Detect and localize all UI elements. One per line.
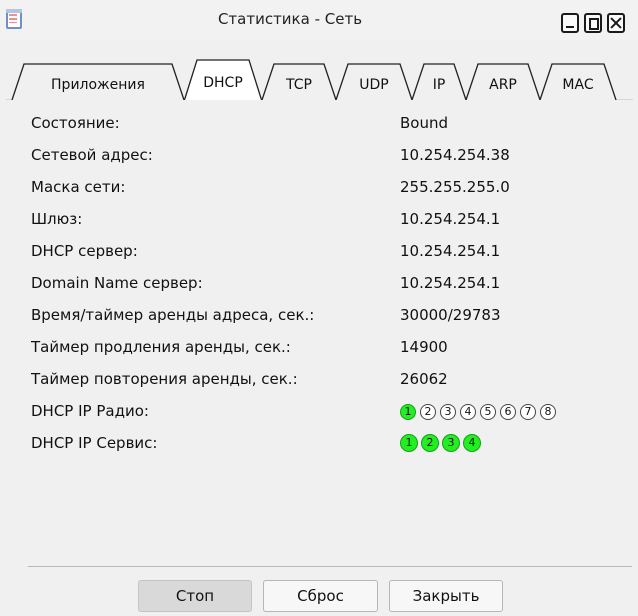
tab-arp-label: ARP (489, 77, 517, 93)
status-row: Состояние: Bound (31, 108, 631, 138)
radio-indicator-2: 2 (420, 404, 436, 420)
network-address-row: Сетевой адрес: 10.254.254.38 (31, 140, 631, 170)
tab-dhcp-label: DHCP (203, 75, 243, 91)
tab-applications-label: Приложения (51, 77, 145, 93)
maximize-icon[interactable] (584, 13, 602, 33)
dhcp-server-label: DHCP сервер: (31, 242, 138, 260)
gateway-value: 10.254.254.1 (400, 210, 501, 228)
tab-mac-label: MAC (562, 77, 593, 93)
divider (28, 566, 632, 567)
dns-server-value: 10.254.254.1 (400, 274, 501, 292)
status-value: Bound (400, 114, 449, 132)
service-indicator-2: 2 (421, 434, 439, 452)
tab-udp-label: UDP (359, 77, 388, 93)
lease-time-value: 30000/29783 (400, 306, 501, 324)
radio-ip-row: DHCP IP Радио: 12345678 (31, 396, 631, 426)
renewal-timer-label: Таймер продления аренды, сек.: (31, 338, 291, 356)
radio-indicator-3: 3 (440, 404, 456, 420)
window-title: Статистика - Сеть (217, 10, 363, 28)
status-label: Состояние: (31, 114, 120, 132)
tab-arp[interactable]: ARP (465, 63, 541, 101)
radio-indicator-1: 1 (400, 404, 416, 420)
gateway-row: Шлюз: 10.254.254.1 (31, 204, 631, 234)
tab-mac[interactable]: MAC (539, 63, 617, 101)
radio-ip-label: DHCP IP Радио: (31, 402, 149, 420)
lease-time-row: Время/таймер аренды адреса, сек.: 30000/… (31, 300, 631, 330)
minimize-icon[interactable] (561, 13, 579, 33)
radio-indicator-6: 6 (500, 404, 516, 420)
radio-indicator-4: 4 (460, 404, 476, 420)
title-bar[interactable]: Статистика - Сеть (0, 0, 638, 40)
service-ip-indicators: 1234 (400, 434, 484, 456)
gateway-label: Шлюз: (31, 210, 83, 228)
lease-time-label: Время/таймер аренды адреса, сек.: (31, 306, 315, 324)
tab-applications[interactable]: Приложения (11, 63, 185, 101)
service-ip-label: DHCP IP Сервис: (31, 434, 158, 452)
network-address-label: Сетевой адрес: (31, 146, 153, 164)
radio-indicator-5: 5 (480, 404, 496, 420)
close-button[interactable]: Закрыть (389, 580, 503, 612)
tab-tcp[interactable]: TCP (261, 63, 337, 101)
netmask-label: Маска сети: (31, 178, 126, 196)
reset-button[interactable]: Сброс (263, 580, 378, 612)
stop-button[interactable]: Стоп (138, 580, 252, 612)
dhcp-panel: Состояние: Bound Сетевой адрес: 10.254.2… (0, 100, 638, 560)
dhcp-server-value: 10.254.254.1 (400, 242, 501, 260)
tab-ip-label: IP (433, 77, 446, 93)
tab-ip[interactable]: IP (411, 63, 467, 101)
network-address-value: 10.254.254.38 (400, 146, 510, 164)
radio-ip-indicators: 12345678 (400, 404, 560, 426)
service-indicator-3: 3 (442, 434, 460, 452)
tab-bar: Приложения TCP UDP IP ARP MAC DHCP (6, 59, 633, 102)
radio-indicator-8: 8 (540, 404, 556, 420)
renewal-timer-row: Таймер продления аренды, сек.: 14900 (31, 332, 631, 362)
dhcp-server-row: DHCP сервер: 10.254.254.1 (31, 236, 631, 266)
statistics-window: Статистика - Сеть Приложения TCP UDP IP … (0, 0, 638, 616)
service-indicator-1: 1 (400, 434, 418, 452)
close-icon[interactable] (607, 13, 625, 33)
rebind-timer-row: Таймер повторения аренды, сек.: 26062 (31, 364, 631, 394)
renewal-timer-value: 14900 (400, 338, 448, 356)
dns-server-row: Domain Name сервер: 10.254.254.1 (31, 268, 631, 298)
tab-udp[interactable]: UDP (335, 63, 413, 101)
dns-server-label: Domain Name сервер: (31, 274, 203, 292)
rebind-timer-value: 26062 (400, 370, 448, 388)
service-ip-row: DHCP IP Сервис: 1234 (31, 428, 631, 458)
tab-dhcp[interactable]: DHCP (183, 59, 263, 102)
tab-tcp-label: TCP (285, 77, 312, 93)
netmask-value: 255.255.255.0 (400, 178, 510, 196)
service-indicator-4: 4 (463, 434, 481, 452)
rebind-timer-label: Таймер повторения аренды, сек.: (31, 370, 298, 388)
netmask-row: Маска сети: 255.255.255.0 (31, 172, 631, 202)
radio-indicator-7: 7 (520, 404, 536, 420)
